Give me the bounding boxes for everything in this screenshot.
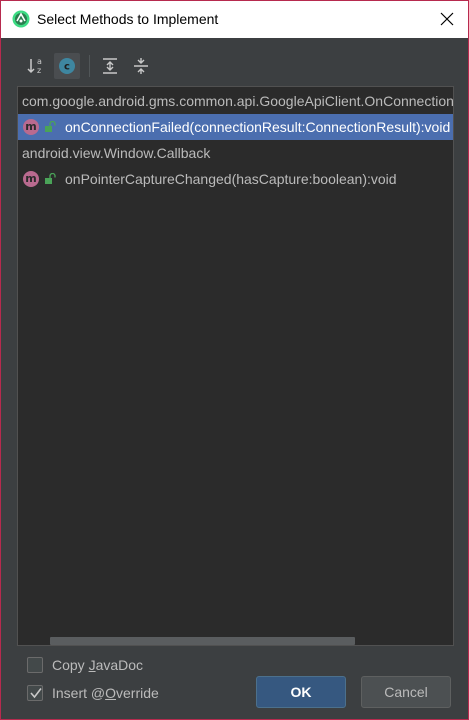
svg-text:a: a [37, 57, 42, 66]
dialog-title: Select Methods to Implement [37, 11, 219, 27]
copy-javadoc-label: Copy JavaDoc [52, 657, 144, 673]
collapse-all-icon [134, 58, 148, 74]
public-unlock-icon [45, 173, 56, 184]
insert-override-label: Insert @Override [52, 685, 159, 701]
group-label: android.view.Window.Callback [22, 145, 211, 161]
close-icon[interactable] [437, 9, 457, 29]
scrollbar-thumb[interactable] [50, 637, 355, 645]
ok-button[interactable]: OK [256, 676, 346, 708]
checkbox-unchecked[interactable] [27, 657, 43, 673]
horizontal-scrollbar[interactable] [18, 635, 453, 645]
method-label: onPointerCaptureChanged(hasCapture:boole… [65, 171, 397, 187]
method-m-icon: m [23, 119, 39, 135]
svg-text:c: c [64, 62, 70, 73]
public-unlock-icon [45, 121, 56, 132]
toolbar-separator [89, 55, 90, 77]
svg-text:z: z [37, 66, 41, 75]
class-c-icon: c [59, 58, 75, 74]
dialog-window: Select Methods to Implement a z c com.go… [0, 0, 469, 720]
checkbox-checked[interactable] [27, 685, 43, 701]
insert-override-checkbox[interactable]: Insert @Override [27, 683, 159, 703]
show-classes-button[interactable]: c [54, 53, 80, 79]
collapse-all-button[interactable] [128, 53, 154, 79]
toolbar: a z c [1, 38, 468, 86]
list-method-row[interactable]: m onConnectionFailed(connectionResult:Co… [18, 114, 453, 140]
group-label: com.google.android.gms.common.api.Google… [22, 93, 454, 109]
expand-all-button[interactable] [97, 53, 123, 79]
sort-az-icon: a z [27, 57, 42, 75]
android-studio-icon [12, 10, 30, 28]
sort-alphabetically-button[interactable]: a z [23, 53, 49, 79]
expand-all-icon [103, 58, 117, 74]
copy-javadoc-checkbox[interactable]: Copy JavaDoc [27, 655, 143, 675]
methods-list[interactable]: com.google.android.gms.common.api.Google… [17, 86, 454, 646]
list-group-row[interactable]: android.view.Window.Callback [18, 140, 453, 166]
title-bar[interactable]: Select Methods to Implement [1, 1, 468, 38]
cancel-button[interactable]: Cancel [361, 676, 451, 708]
list-group-row[interactable]: com.google.android.gms.common.api.Google… [18, 88, 453, 114]
method-m-icon: m [23, 171, 39, 187]
method-label: onConnectionFailed(connectionResult:Conn… [65, 119, 451, 135]
list-method-row[interactable]: m onPointerCaptureChanged(hasCapture:boo… [18, 166, 453, 192]
checkmark-icon [30, 688, 42, 699]
